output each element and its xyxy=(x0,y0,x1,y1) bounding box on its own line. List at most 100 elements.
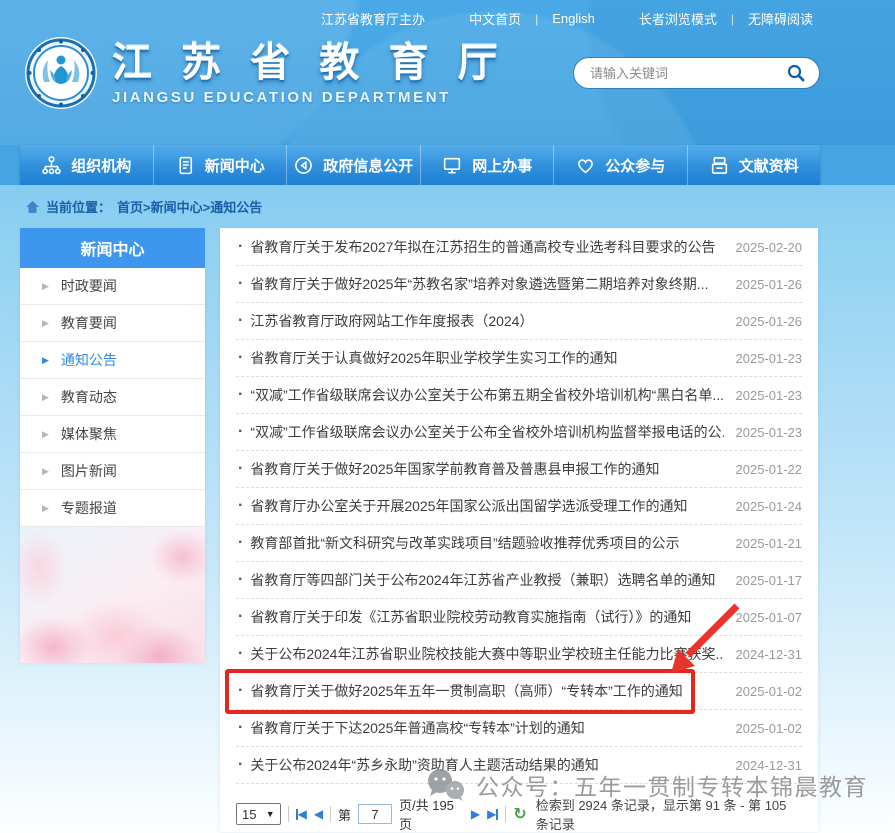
topbar-link-2[interactable]: English xyxy=(552,11,595,26)
news-link[interactable]: “双减”工作省级联席会议办公室关于公布第五期全省校外培训机构“黑白名单... xyxy=(250,385,723,405)
sidebar-title: 新闻中心 xyxy=(20,228,205,268)
news-date: 2025-01-17 xyxy=(736,573,803,588)
page-prefix: 第 xyxy=(338,805,351,824)
news-link[interactable]: 江苏省教育厅政府网站工作年度报表（2024） xyxy=(250,311,723,331)
breadcrumb-path[interactable]: 首页>新闻中心>通知公告 xyxy=(117,197,262,216)
nav-item-label: 网上办事 xyxy=(472,155,532,176)
topbar-link-1[interactable]: 中文首页 xyxy=(469,9,521,28)
news-link[interactable]: 省教育厅关于做好2025年五年一贯制高职（高师）“专转本”工作的通知 xyxy=(250,681,723,701)
bullet-icon: · xyxy=(238,645,243,663)
news-link[interactable]: 关于公布2024年江苏省职业院校技能大赛中等职业学校班主任能力比赛获奖... xyxy=(250,644,723,664)
nav-item-4[interactable]: 公众参与 xyxy=(553,145,687,185)
next-page-button[interactable]: ▶ xyxy=(471,807,480,821)
page-suffix: 页/共 195 页 xyxy=(399,795,464,833)
news-row: ·省教育厅等四部门关于公布2024年江苏省产业教授（兼职）选聘名单的通知2025… xyxy=(236,562,802,599)
refresh-icon[interactable]: ↻ xyxy=(513,804,526,824)
department-seal-logo xyxy=(24,36,98,110)
site-title: 江 苏 省 教 育 厅 xyxy=(112,41,507,85)
bullet-icon: · xyxy=(238,719,243,737)
nav-item-1[interactable]: 新闻中心 xyxy=(153,145,287,185)
bullet-icon: · xyxy=(238,349,243,367)
sidebar-item-6[interactable]: ▶专题报道 xyxy=(20,490,205,527)
sidebar-item-2[interactable]: ▶ 通知公告 xyxy=(20,342,205,379)
divider: | xyxy=(731,12,734,26)
news-row: ·“双减”工作省级联席会议办公室关于公布全省校外培训机构监督举报电话的公...2… xyxy=(236,414,802,451)
news-link[interactable]: 省教育厅关于下达2025年普通高校“专转本”计划的通知 xyxy=(250,718,723,738)
triangle-right-icon: ▶ xyxy=(42,281,49,292)
breadcrumb-label: 当前位置： xyxy=(46,197,111,216)
triangle-right-icon: ▶ xyxy=(42,355,49,366)
triangle-right-icon: ▶ xyxy=(42,466,49,477)
sidebar-item-label: 媒体聚焦 xyxy=(61,424,117,444)
nav-item-3[interactable]: 网上办事 xyxy=(420,145,554,185)
sidebar-item-3[interactable]: ▶ 教育动态 xyxy=(20,379,205,416)
news-row: · 省教育厅关于认真做好2025年职业学校学生实习工作的通知 2025-01-23 xyxy=(236,340,802,377)
bullet-icon: · xyxy=(238,608,243,626)
page-size-select[interactable]: 15 ▼ xyxy=(236,803,281,825)
last-page-button[interactable]: ▶ xyxy=(487,807,498,821)
sidebar-item-label: 教育动态 xyxy=(61,387,117,407)
page-number-input[interactable] xyxy=(358,804,392,824)
search-icon[interactable] xyxy=(785,62,807,84)
search-input[interactable] xyxy=(590,66,785,81)
topbar-link-0[interactable]: 江苏省教育厅主办 xyxy=(321,9,425,28)
news-row: ·关于公布2024年江苏省职业院校技能大赛中等职业学校班主任能力比赛获奖...2… xyxy=(236,636,802,673)
bullet-icon: · xyxy=(238,682,243,700)
news-date: 2025-01-21 xyxy=(736,536,803,551)
topbar-link-4[interactable]: 无障碍阅读 xyxy=(748,9,813,28)
nav-item-0[interactable]: 组织机构 xyxy=(20,145,153,185)
news-link[interactable]: 省教育厅关于发布2027年拟在江苏招生的普通高校专业选考科目要求的公告 xyxy=(250,237,723,257)
sidebar-item-0[interactable]: ▶ 时政要闻 xyxy=(20,268,205,305)
nav-item-label: 政府信息公开 xyxy=(323,155,413,176)
first-page-button[interactable]: ◀ xyxy=(296,807,307,821)
nav-item-label: 文献资料 xyxy=(739,155,799,176)
news-date: 2024-12-31 xyxy=(736,758,803,773)
main-nav: 组织机构 新闻中心 政府信息公开 网上办事公众参与 文献资料 xyxy=(20,145,820,185)
topbar-link-3[interactable]: 长者浏览模式 xyxy=(639,9,717,28)
news-link[interactable]: “双减”工作省级联席会议办公室关于公布全省校外培训机构监督举报电话的公... xyxy=(250,422,723,442)
divider xyxy=(505,806,506,822)
nav-item-5[interactable]: 文献资料 xyxy=(687,145,821,185)
news-link[interactable]: 省教育厅关于认真做好2025年职业学校学生实习工作的通知 xyxy=(250,348,723,368)
news-date: 2025-01-23 xyxy=(736,351,803,366)
info-disclosure-icon xyxy=(293,155,314,176)
home-icon xyxy=(25,200,40,214)
sidebar-item-5[interactable]: ▶图片新闻 xyxy=(20,453,205,490)
prev-page-button[interactable]: ◀ xyxy=(314,807,323,821)
news-link[interactable]: 省教育厅等四部门关于公布2024年江苏省产业教授（兼职）选聘名单的通知 xyxy=(250,570,723,590)
bullet-icon: · xyxy=(238,534,243,552)
news-link[interactable]: 关于公布2024年“苏乡永助”资助育人主题活动结果的通知 xyxy=(250,755,723,775)
sidebar-item-label: 专题报道 xyxy=(61,498,117,518)
site-logo-block[interactable]: 江 苏 省 教 育 厅 JIANGSU EDUCATION DEPARTMENT xyxy=(24,36,507,110)
sidebar-item-4[interactable]: ▶媒体聚焦 xyxy=(20,416,205,453)
bullet-icon: · xyxy=(238,460,243,478)
bullet-icon: · xyxy=(238,275,243,293)
triangle-right-icon: ▶ xyxy=(42,392,49,403)
bullet-icon: · xyxy=(238,423,243,441)
sidebar-item-1[interactable]: ▶教育要闻 xyxy=(20,305,205,342)
page-size-value: 15 xyxy=(242,807,256,822)
nav-item-label: 组织机构 xyxy=(71,155,131,176)
news-date: 2025-01-23 xyxy=(736,388,803,403)
search-bar xyxy=(573,57,820,89)
news-link[interactable]: 省教育厅办公室关于开展2025年国家公派出国留学选派受理工作的通知 xyxy=(250,496,723,516)
news-link[interactable]: 省教育厅关于做好2025年“苏教名家”培养对象遴选暨第二期培养对象终期... xyxy=(250,274,723,294)
news-link[interactable]: 省教育厅关于做好2025年国家学前教育普及普惠县申报工作的通知 xyxy=(250,459,723,479)
news-link[interactable]: 教育部首批“新文科研究与改革实践项目”结题验收推荐优秀项目的公示 xyxy=(250,533,723,553)
bullet-icon: · xyxy=(238,497,243,515)
bullet-icon: · xyxy=(238,312,243,330)
sidebar-item-label: 时政要闻 xyxy=(61,276,117,296)
news-date: 2025-01-24 xyxy=(736,499,803,514)
news-date: 2025-01-26 xyxy=(736,314,803,329)
monitor-icon xyxy=(441,155,463,176)
nav-item-2[interactable]: 政府信息公开 xyxy=(286,145,420,185)
news-row: · 省教育厅办公室关于开展2025年国家公派出国留学选派受理工作的通知 2025-0… xyxy=(236,488,802,525)
news-date: 2025-01-02 xyxy=(736,684,803,699)
archive-icon xyxy=(709,155,730,176)
news-link[interactable]: 省教育厅关于印发《江苏省职业院校劳动教育实施指南（试行）》的通知 xyxy=(250,607,723,627)
news-date: 2025-01-07 xyxy=(736,610,803,625)
sidebar-item-label: 通知公告 xyxy=(61,350,117,370)
result-summary: 检索到 2924 条记录，显示第 91 条 - 第 105 条记录 xyxy=(536,795,802,833)
heart-icon xyxy=(575,155,596,176)
notice-list-panel: · 省教育厅关于发布2027年拟在江苏招生的普通高校专业选考科目要求的公告 2025… xyxy=(220,228,818,832)
